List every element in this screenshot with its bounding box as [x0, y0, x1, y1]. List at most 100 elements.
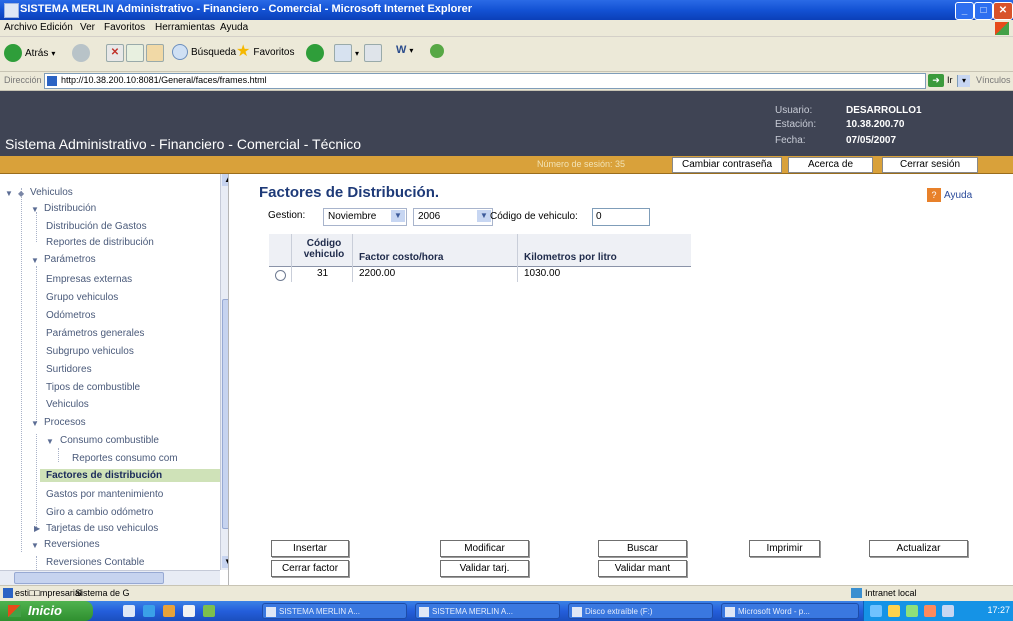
tree-item-tarjetas-uso[interactable]: Tarjetas de uso vehiculos — [46, 523, 158, 534]
scroll-thumb[interactable] — [14, 572, 164, 584]
tree-item-empresas-externas[interactable]: Empresas externas — [46, 274, 132, 285]
tree-item-odometros[interactable]: Odómetros — [46, 310, 95, 321]
tree-item-tipos-combustible[interactable]: Tipos de combustible — [46, 382, 140, 393]
stop-button[interactable]: ✕ — [106, 44, 124, 62]
help-link[interactable]: ? Ayuda — [927, 188, 972, 202]
tree-item-factores-distribucion[interactable]: Factores de distribución — [40, 469, 226, 482]
menu-ver[interactable]: Ver — [80, 22, 95, 33]
expand-icon[interactable]: ▼ — [31, 419, 39, 428]
tree-item-gastos-mantenimiento[interactable]: Gastos por mantenimiento — [46, 489, 163, 500]
tree-item-reportes-consumo[interactable]: Reportes consumo com — [72, 453, 178, 464]
start-button[interactable]: Inicio — [0, 601, 93, 621]
close-factor-button[interactable]: Cerrar factor — [271, 560, 349, 577]
tree-item-distribucion[interactable]: Distribución — [44, 203, 96, 214]
expand-icon[interactable]: ▼ — [31, 205, 39, 214]
print-button[interactable]: Imprimir — [749, 540, 820, 557]
logout-button[interactable]: Cerrar sesión — [882, 157, 978, 173]
links-button[interactable]: Vínculos — [976, 75, 1011, 85]
scroll-down-icon[interactable]: ▼ — [222, 556, 228, 568]
tray-icon[interactable] — [888, 605, 900, 617]
ie-icon[interactable] — [143, 605, 155, 617]
modify-button[interactable]: Modificar — [440, 540, 529, 557]
header-codigo-vehiculo[interactable]: Código vehiculo — [299, 238, 349, 270]
chevron-down-icon[interactable]: ▼ — [477, 210, 491, 222]
chevron-down-icon[interactable]: ▾ — [957, 75, 970, 87]
refresh-button[interactable] — [126, 44, 144, 62]
year-select[interactable]: 2006 ▼ — [413, 208, 493, 226]
tree-item-subgrupo-vehiculos[interactable]: Subgrupo vehiculos — [46, 346, 134, 357]
refresh-button[interactable]: Actualizar — [869, 540, 968, 557]
history-button[interactable] — [306, 44, 324, 62]
tray-icon[interactable] — [870, 605, 882, 617]
chevron-down-icon[interactable]: ▼ — [391, 210, 405, 222]
window-titlebar[interactable]: SISTEMA MERLIN Administrativo - Financie… — [0, 0, 1013, 20]
month-select[interactable]: Noviembre ▼ — [323, 208, 407, 226]
close-button[interactable]: ✕ — [993, 2, 1013, 20]
address-input[interactable]: http://10.38.200.10:8081/General/faces/f… — [44, 73, 970, 89]
scroll-up-icon[interactable]: ▲ — [222, 174, 228, 186]
home-button[interactable] — [146, 44, 164, 62]
show-desktop-icon[interactable] — [123, 605, 135, 617]
scroll-thumb[interactable] — [222, 299, 228, 529]
vehicle-code-input[interactable]: 0 — [592, 208, 650, 226]
tree-item-reversiones-contable[interactable]: Reversiones Contable — [46, 557, 144, 568]
expand-icon[interactable]: ▼ — [31, 541, 39, 550]
menu-favoritos[interactable]: Favoritos — [104, 22, 145, 33]
insert-button[interactable]: Insertar — [271, 540, 349, 557]
tree-item-surtidores[interactable]: Surtidores — [46, 364, 92, 375]
tree-item-giro-cambio-odometro[interactable]: Giro a cambio odómetro — [46, 507, 153, 518]
expand-icon[interactable]: ▼ — [46, 437, 54, 446]
tree-item-vehiculos[interactable]: Vehiculos — [30, 187, 73, 198]
menu-herramientas[interactable]: Herramientas — [155, 22, 215, 33]
word-button[interactable]: W ▾ — [396, 44, 413, 56]
tray-icon[interactable] — [942, 605, 954, 617]
row-select-radio[interactable] — [275, 270, 286, 281]
tree-item-parametros-generales[interactable]: Parámetros generales — [46, 328, 144, 339]
sidebar-horizontal-scrollbar[interactable] — [0, 570, 220, 585]
minimize-button[interactable]: _ — [955, 2, 974, 20]
expand-icon[interactable]: ▼ — [31, 256, 39, 265]
maximize-button[interactable]: □ — [974, 2, 993, 20]
app-icon[interactable] — [203, 605, 215, 617]
task-button[interactable]: Disco extraíble (F:) — [568, 603, 713, 619]
app-icon[interactable] — [183, 605, 195, 617]
tree-item-vehiculos-param[interactable]: Vehiculos — [46, 399, 89, 410]
favorites-button[interactable]: ★ Favoritos — [236, 44, 294, 60]
back-button[interactable]: Atrás ▾ — [4, 44, 55, 62]
tray-icon[interactable] — [906, 605, 918, 617]
tree-item-reversiones[interactable]: Reversiones — [44, 539, 100, 550]
print-button[interactable] — [364, 44, 382, 62]
search-button[interactable]: Búsqueda — [172, 44, 236, 60]
go-arrow-icon[interactable]: ➜ — [928, 74, 944, 87]
menu-ayuda[interactable]: Ayuda — [220, 22, 248, 33]
mail-button[interactable]: ▾ — [334, 44, 359, 62]
cell-km: 1030.00 — [524, 268, 561, 279]
menu-edicion[interactable]: Edición — [40, 22, 73, 33]
tree-item-parametros[interactable]: Parámetros — [44, 254, 96, 265]
task-button[interactable]: SISTEMA MERLIN A... — [262, 603, 407, 619]
intranet-icon — [851, 588, 862, 598]
windows-logo-icon — [995, 22, 1009, 35]
task-button[interactable]: Microsoft Word - p... — [721, 603, 859, 619]
tree-item-grupo-vehiculos[interactable]: Grupo vehiculos — [46, 292, 118, 303]
media-icon[interactable] — [163, 605, 175, 617]
messenger-button[interactable] — [430, 44, 444, 58]
task-button[interactable]: SISTEMA MERLIN A... — [415, 603, 560, 619]
go-button[interactable]: Ir — [947, 75, 953, 85]
tree-item-distribucion-gastos[interactable]: Distribución de Gastos — [46, 221, 147, 232]
search-button[interactable]: Buscar — [598, 540, 687, 557]
menu-archivo[interactable]: Archivo — [4, 22, 37, 33]
expand-icon[interactable]: ▼ — [5, 189, 13, 198]
tree-item-procesos[interactable]: Procesos — [44, 417, 86, 428]
collapse-icon[interactable]: ▶ — [34, 524, 40, 533]
about-button[interactable]: Acerca de — [788, 157, 873, 173]
validate-card-button[interactable]: Validar tarj. — [440, 560, 529, 577]
change-password-button[interactable]: Cambiar contraseña — [672, 157, 782, 173]
sidebar-vertical-scrollbar[interactable]: ▲ ▼ — [220, 174, 228, 570]
validate-maint-button[interactable]: Validar mant — [598, 560, 687, 577]
tree-guide — [36, 434, 37, 529]
forward-button[interactable] — [72, 44, 90, 62]
tree-item-consumo-combustible[interactable]: Consumo combustible — [60, 435, 159, 446]
tree-item-reportes-distribucion[interactable]: Reportes de distribución — [46, 237, 154, 248]
tray-icon[interactable] — [924, 605, 936, 617]
